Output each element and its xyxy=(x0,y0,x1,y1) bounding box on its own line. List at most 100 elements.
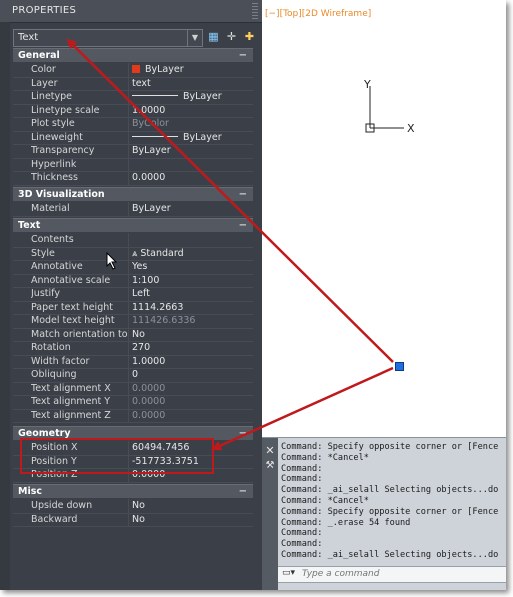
property-value[interactable]: 111426.6336 xyxy=(132,314,250,327)
select-objects-icon[interactable]: ✛ xyxy=(224,29,239,45)
property-row-linetype[interactable]: Linetype ByLayer xyxy=(13,90,253,105)
property-value[interactable]: 1.0000 xyxy=(132,355,250,368)
property-value[interactable]: ByLayer xyxy=(132,202,250,215)
collapse-icon[interactable]: − xyxy=(239,427,247,440)
command-history[interactable]: Command: Specify opposite corner or [Fen… xyxy=(281,442,506,566)
property-row-style[interactable]: Style ⩓ Standard xyxy=(13,246,253,261)
property-value[interactable]: 1:100 xyxy=(132,274,250,287)
drawing-viewport[interactable]: [−][Top][2D Wireframe] Y X xyxy=(262,0,506,437)
property-value[interactable]: 1.0000 xyxy=(132,104,250,117)
collapse-icon[interactable]: − xyxy=(239,219,247,232)
property-value[interactable] xyxy=(132,233,250,246)
property-value[interactable]: 270 xyxy=(132,341,250,354)
property-row-rotation[interactable]: Rotation 270 xyxy=(13,341,253,356)
property-value[interactable]: 0.0000 xyxy=(132,171,250,184)
property-value[interactable]: ⩓ Standard xyxy=(132,247,250,260)
viewport-controls-label[interactable]: [−][Top][2D Wireframe] xyxy=(265,9,371,19)
property-value[interactable]: 0 xyxy=(132,368,250,381)
column-divider xyxy=(128,287,129,301)
command-history-line: Command: xyxy=(281,528,323,539)
property-value[interactable]: No xyxy=(132,328,250,341)
property-row-transparency[interactable]: Transparency ByLayer xyxy=(13,144,253,159)
property-name: Text alignment Y xyxy=(31,396,111,407)
property-name: Thickness xyxy=(31,172,78,183)
command-input[interactable] xyxy=(302,568,502,580)
property-row-layer[interactable]: Layer text xyxy=(13,76,253,91)
property-name: Match orientation to la... xyxy=(31,328,127,340)
property-row-material[interactable]: Material ByLayer xyxy=(13,202,253,217)
property-row-text-alignment-z[interactable]: Text alignment Z 0.0000 xyxy=(13,408,253,423)
property-row-justify[interactable]: Justify Left xyxy=(13,287,253,302)
property-value[interactable]: ByLayer xyxy=(132,131,250,144)
property-row-annotative[interactable]: Annotative Yes xyxy=(13,260,253,275)
property-value[interactable]: 0.0000 xyxy=(132,382,250,395)
property-value[interactable]: Yes xyxy=(132,260,250,273)
wrench-icon[interactable]: ⚒ xyxy=(264,460,276,471)
column-divider xyxy=(128,202,129,216)
command-history-line: Command: *Cancel* xyxy=(281,495,369,506)
property-value[interactable]: 0.0000 xyxy=(132,409,250,422)
column-divider xyxy=(128,76,129,90)
property-row-backward[interactable]: Backward No xyxy=(13,512,253,527)
category-text[interactable]: Text − xyxy=(13,218,253,232)
category-3d-visualization[interactable]: 3D Visualization − xyxy=(13,187,253,201)
collapse-icon[interactable]: − xyxy=(239,485,247,498)
collapse-icon[interactable]: − xyxy=(239,188,247,201)
property-value[interactable]: ByLayer xyxy=(132,90,250,103)
close-icon[interactable]: ✕ xyxy=(264,444,276,457)
column-divider xyxy=(128,90,129,104)
property-value-text: ByColor xyxy=(132,118,169,129)
property-value-text: 111426.6336 xyxy=(132,315,196,326)
object-type-value: Text xyxy=(18,32,39,43)
property-value[interactable] xyxy=(132,158,250,171)
palette-side-strip xyxy=(0,22,10,590)
property-row-upside-down[interactable]: Upside down No xyxy=(13,499,253,514)
command-history-line: Command: xyxy=(281,474,323,485)
property-row-obliquing[interactable]: Obliquing 0 xyxy=(13,368,253,383)
palette-grip-icon[interactable] xyxy=(252,3,258,19)
column-divider xyxy=(128,233,129,247)
property-row-text-alignment-x[interactable]: Text alignment X 0.0000 xyxy=(13,381,253,396)
property-value[interactable]: ByColor xyxy=(132,117,250,130)
property-value[interactable]: No xyxy=(132,513,250,526)
property-row-match-orientation-to-la[interactable]: Match orientation to la... No xyxy=(13,327,253,342)
property-value-text: 270 xyxy=(132,342,151,353)
text-insertion-grip[interactable] xyxy=(395,362,404,371)
property-value[interactable]: No xyxy=(132,499,250,512)
property-row-model-text-height[interactable]: Model text height 111426.6336 xyxy=(13,314,253,329)
property-value[interactable]: Left xyxy=(132,287,250,300)
palette-title-bar[interactable]: PROPERTIES xyxy=(0,0,262,23)
property-row-color[interactable]: Color ByLayer xyxy=(13,63,253,78)
command-line[interactable]: ▭▾ xyxy=(278,566,506,583)
property-row-hyperlink[interactable]: Hyperlink xyxy=(13,157,253,172)
property-row-plot-style[interactable]: Plot style ByColor xyxy=(13,117,253,132)
property-row-linetype-scale[interactable]: Linetype scale 1.0000 xyxy=(13,103,253,118)
column-divider xyxy=(128,273,129,287)
property-value[interactable]: ByLayer xyxy=(132,63,250,76)
ucs-y-label: Y xyxy=(363,78,371,91)
property-row-lineweight[interactable]: Lineweight ByLayer xyxy=(13,130,253,145)
property-value[interactable]: 0.0000 xyxy=(132,395,250,408)
category-general[interactable]: General − xyxy=(13,48,253,62)
property-row-width-factor[interactable]: Width factor 1.0000 xyxy=(13,354,253,369)
property-value[interactable]: ByLayer xyxy=(132,144,250,157)
property-row-text-alignment-y[interactable]: Text alignment Y 0.0000 xyxy=(13,395,253,410)
collapse-icon[interactable]: − xyxy=(239,49,247,62)
column-divider xyxy=(128,408,129,422)
column-divider xyxy=(128,103,129,117)
quick-select-icon[interactable]: ▦ xyxy=(206,29,221,45)
object-type-dropdown[interactable]: Text ▼ xyxy=(13,29,203,47)
property-row-paper-text-height[interactable]: Paper text height 1114.2663 xyxy=(13,300,253,315)
mouse-cursor-icon xyxy=(106,252,118,270)
property-row-thickness[interactable]: Thickness 0.0000 xyxy=(13,171,253,186)
property-value[interactable]: text xyxy=(132,77,250,90)
command-history-line: Command: xyxy=(281,539,323,550)
category-misc[interactable]: Misc − xyxy=(13,484,253,498)
toggle-pickadd-icon[interactable]: ✚ xyxy=(242,29,257,45)
property-value[interactable]: 1114.2663 xyxy=(132,301,250,314)
chevron-down-icon[interactable]: ▼ xyxy=(187,30,202,46)
column-divider xyxy=(128,117,129,131)
property-row-contents[interactable]: Contents xyxy=(13,233,253,248)
property-row-annotative-scale[interactable]: Annotative scale 1:100 xyxy=(13,273,253,288)
command-prompt-icon[interactable]: ▭▾ xyxy=(282,568,295,578)
